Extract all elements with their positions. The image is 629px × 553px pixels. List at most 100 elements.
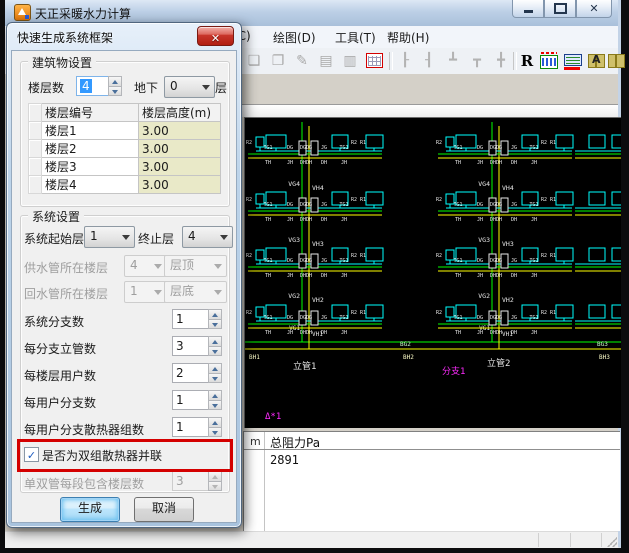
plot-icon[interactable]: ▤ [316, 51, 336, 71]
table-row[interactable]: 楼层4 3.00 [29, 176, 221, 194]
valve-box-tool-icon[interactable]: ┳ [467, 51, 487, 71]
menu-item-tools[interactable]: 工具(T) [335, 29, 376, 46]
svg-text:TG1: TG1 [529, 258, 538, 264]
hydraulic-calc-icon[interactable] [540, 55, 558, 69]
table-row[interactable]: 楼层3 3.00 [29, 158, 221, 176]
pipe-tool-icon[interactable]: ╋ [491, 51, 511, 71]
svg-text:DG: DG [477, 202, 483, 208]
floor-height-cell[interactable]: 3.00 [139, 140, 221, 158]
svg-text:DHDH: DHDH [490, 160, 502, 166]
svg-text:R2 R1: R2 R1 [351, 310, 366, 316]
generate-button[interactable]: 生成 [60, 497, 120, 522]
floor-height-cell[interactable]: 3.00 [139, 176, 221, 194]
result-value: 2891 [270, 453, 299, 467]
svg-text:立管2: 立管2 [487, 357, 510, 369]
cancel-button[interactable]: 取消 [134, 497, 194, 522]
floor-id-cell[interactable]: 楼层2 [42, 140, 139, 158]
spin-up-icon[interactable] [208, 309, 222, 320]
svg-text:JG: JG [511, 258, 517, 264]
book-icon[interactable] [608, 54, 625, 68]
floor-height-cell[interactable]: 3.00 [139, 122, 221, 140]
close-button[interactable]: ✕ [576, 0, 612, 18]
branches-per-user-spinner[interactable]: 1 [172, 390, 222, 410]
single-double-value: 3 [176, 474, 184, 488]
svg-text:TH: TH [265, 160, 271, 166]
floor-height-header: 楼层高度(m) [139, 104, 221, 122]
svg-text:DG: DG [477, 315, 483, 321]
quick-generate-dialog: 快速生成系统框架 ✕ 建筑物设置 楼层数 4 地下 0 层 [6, 22, 242, 528]
menu-item-draw[interactable]: 绘图(D) [273, 29, 316, 46]
svg-text:DGDG: DGDG [490, 315, 502, 321]
return-position-combo: 层底 [164, 281, 227, 303]
svg-text:DG: DG [287, 315, 293, 321]
users-per-floor-spinner[interactable]: 2 [172, 363, 222, 383]
floor-table[interactable]: 楼层编号 楼层高度(m) 楼层1 3.00 楼层2 3.00 楼层3 3.00 [28, 103, 221, 194]
radiator-groups-spinner[interactable]: 1 [172, 417, 222, 437]
floor-height-cell[interactable]: 3.00 [139, 158, 221, 176]
svg-text:TH: TH [265, 273, 271, 279]
spin-up-icon[interactable] [108, 76, 122, 87]
dropdown-arrow-icon [122, 235, 130, 240]
dialog-body: 建筑物设置 楼层数 4 地下 0 层 楼层编号 楼层高度(m) [11, 50, 237, 523]
svg-text:JH: JH [287, 273, 293, 279]
floor-id-cell[interactable]: 楼层4 [42, 176, 139, 194]
svg-text:TG1: TG1 [453, 145, 462, 151]
svg-text:JG: JG [511, 202, 517, 208]
paste-icon[interactable]: ❏ [244, 51, 264, 71]
spin-up-icon[interactable] [208, 363, 222, 374]
svg-text:TG1: TG1 [339, 315, 348, 321]
spin-down-icon[interactable] [208, 374, 222, 384]
svg-text:DH: DH [511, 217, 517, 223]
floor-id-cell[interactable]: 楼层3 [42, 158, 139, 176]
floors-count-spinner[interactable]: 4 [76, 76, 122, 96]
edit-icon[interactable]: ✎ [292, 51, 312, 71]
panel-header-underline [244, 449, 620, 450]
svg-text:JH: JH [287, 160, 293, 166]
menu-item-help[interactable]: 帮助(H) [387, 29, 429, 46]
spin-down-icon[interactable] [208, 347, 222, 357]
spin-up-icon[interactable] [208, 336, 222, 347]
svg-text:R2: R2 [246, 310, 252, 316]
floor-id-cell[interactable]: 楼层1 [42, 122, 139, 140]
resistance-tool-icon[interactable]: R [517, 51, 537, 71]
start-floor-label: 系统起始层 [24, 230, 84, 247]
cad-canvas[interactable]: BG2BG3BH1BH2BH3VG4VH4VG3VH3VG2VH2VG1VH1R… [244, 117, 621, 428]
branch-count-spinner[interactable]: 1 [172, 309, 222, 329]
spin-down-icon[interactable] [108, 87, 122, 97]
risers-per-branch-spinner[interactable]: 3 [172, 336, 222, 356]
end-floor-combo[interactable]: 4 [182, 226, 233, 248]
spin-down-icon[interactable] [208, 320, 222, 330]
basement-combo[interactable]: 0 [164, 76, 215, 98]
table-row[interactable]: 楼层2 3.00 [29, 140, 221, 158]
spin-up-icon[interactable] [208, 417, 222, 428]
svg-text:JH: JH [341, 217, 347, 223]
spin-up-icon[interactable] [208, 390, 222, 401]
riser-tool-icon[interactable]: ┠ [395, 51, 415, 71]
table-red-icon[interactable] [366, 53, 383, 68]
svg-text:R2: R2 [246, 140, 252, 146]
valve-up-tool-icon[interactable]: ┻ [443, 51, 463, 71]
copy-icon[interactable]: ❐ [268, 51, 288, 71]
svg-text:DG: DG [287, 145, 293, 151]
svg-text:DHDH: DHDH [490, 273, 502, 279]
font-book-icon[interactable] [588, 54, 605, 68]
spin-down-icon[interactable] [208, 428, 222, 438]
save-icon[interactable]: ▥ [340, 51, 360, 71]
table-row[interactable]: 楼层1 3.00 [29, 122, 221, 140]
radiator-tool-icon[interactable]: ┨ [419, 51, 439, 71]
svg-text:JG: JG [321, 258, 327, 264]
resize-grip[interactable] [607, 537, 617, 547]
result-panel: m 总阻力Pa 2891 [243, 431, 620, 531]
minimize-button[interactable] [512, 0, 544, 18]
svg-text:TG1: TG1 [263, 258, 272, 264]
start-floor-combo[interactable]: 1 [84, 226, 135, 248]
maximize-button[interactable] [544, 0, 576, 18]
svg-text:DH: DH [511, 273, 517, 279]
single-double-label: 单双管每段包含楼层数 [24, 475, 144, 492]
users-per-floor-label: 每楼层用户数 [24, 367, 96, 384]
screen-calc-icon[interactable] [564, 54, 582, 66]
spin-down-icon[interactable] [208, 401, 222, 411]
row-selector-header [29, 104, 42, 122]
dialog-close-button[interactable]: ✕ [197, 26, 234, 46]
svg-text:R2 R1: R2 R1 [351, 140, 366, 146]
